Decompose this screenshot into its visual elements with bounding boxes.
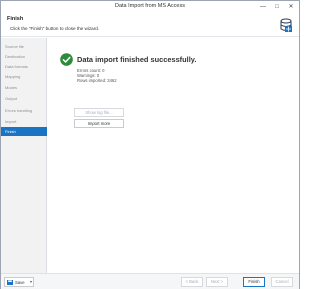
check-circle-icon [60,53,73,66]
page-description: Click the "Finish" button to close the w… [10,26,100,31]
floppy-disk-icon [7,280,13,285]
maximize-button[interactable]: □ [271,2,283,12]
wizard-content: Data import finished successfully. Error… [48,38,299,273]
page-title: Finish [7,16,24,22]
wizard-steps-sidebar: Source file Destination Data formats Map… [1,38,47,273]
sidebar-item-errors-handling[interactable]: Errors handling [1,106,47,115]
chevron-down-icon[interactable]: ▾ [30,279,32,284]
save-button[interactable]: Save ▾ [4,277,34,287]
sidebar-item-finish[interactable]: Finish [1,127,47,136]
sidebar-item-source-file[interactable]: Source file [1,42,47,51]
sidebar-item-output[interactable]: Output [1,94,47,103]
sidebar-item-modes[interactable]: Modes [1,83,47,92]
save-label: Save [15,280,25,285]
minimize-button[interactable]: — [257,2,269,12]
success-headline: Data import finished successfully. [77,55,197,64]
show-log-file-button[interactable]: Show log file... [74,108,124,117]
back-button[interactable]: < Back [181,277,203,287]
sidebar-item-mapping[interactable]: Mapping [1,72,47,81]
cancel-button[interactable]: Cancel [271,277,293,287]
import-more-button[interactable]: Import more [74,119,124,128]
sidebar-item-destination[interactable]: Destination [1,52,47,61]
title-bar: Data Import from MS Access — □ ✕ [1,1,299,14]
wizard-footer: Save ▾ < Back Next > Finish Cancel [1,273,299,289]
database-wizard-icon [280,18,292,32]
close-button[interactable]: ✕ [285,2,297,12]
rows-imported: Rows imported: 3462 [77,78,117,83]
wizard-window: Data Import from MS Access — □ ✕ Finish … [0,0,300,289]
sidebar-item-data-formats[interactable]: Data formats [1,62,47,71]
window-title: Data Import from MS Access [115,3,185,9]
wizard-header: Finish Click the "Finish" button to clos… [1,14,299,37]
next-button[interactable]: Next > [206,277,228,287]
sidebar-item-import[interactable]: Import [1,117,47,126]
finish-button[interactable]: Finish [243,277,265,287]
